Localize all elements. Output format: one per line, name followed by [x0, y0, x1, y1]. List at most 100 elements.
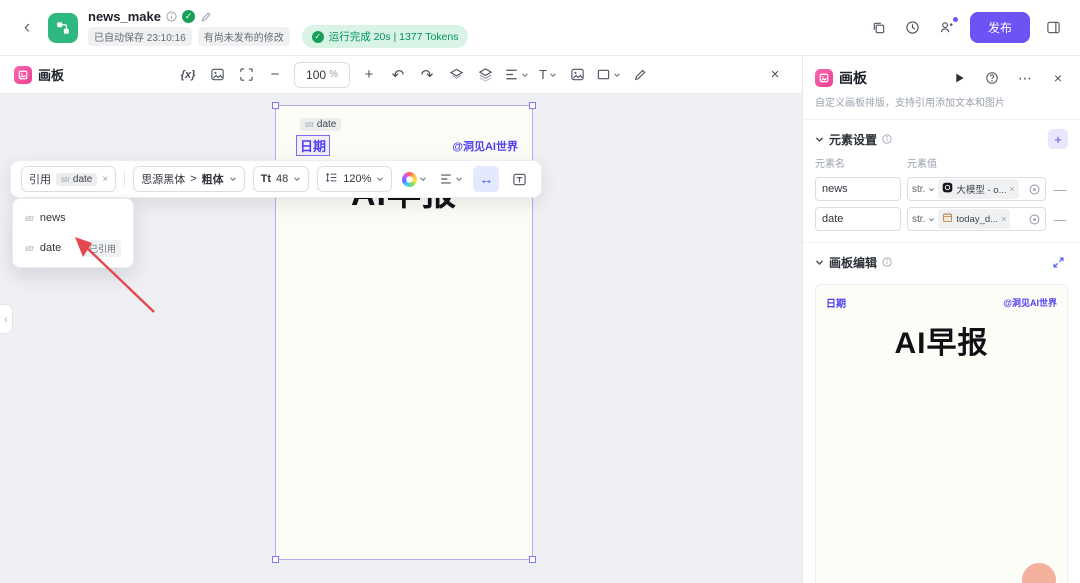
section-title: 画板编辑 — [829, 254, 877, 271]
clear-value-icon[interactable]: × — [1001, 214, 1006, 224]
bound-variable-tag: strdate — [300, 118, 341, 131]
zoom-level-input[interactable]: 100% — [294, 62, 350, 88]
undo-button[interactable]: ↶ — [386, 63, 410, 87]
variable-tool[interactable]: {x} — [176, 63, 200, 87]
workflow-app-icon — [48, 13, 78, 43]
saved-check-icon: ✓ — [182, 10, 195, 23]
element-name-input[interactable] — [815, 207, 901, 231]
redo-button[interactable]: ↷ — [415, 63, 439, 87]
reference-type-label: str — [61, 175, 70, 184]
back-button[interactable]: ‹ — [14, 15, 40, 41]
selection-handle[interactable] — [272, 556, 279, 563]
export-image-tool[interactable] — [205, 63, 229, 87]
panel-title: 画板 — [839, 68, 867, 88]
dropdown-item-news[interactable]: str news — [17, 203, 129, 233]
chevron-down-icon — [815, 135, 824, 144]
top-right-actions: 发布 — [866, 12, 1066, 43]
help-button[interactable] — [982, 68, 1002, 88]
arrange-layer-tool[interactable] — [444, 63, 468, 87]
panel-subtitle: 自定义画板排版，支持引用添加文本和图片 — [803, 94, 1080, 119]
shape-tool[interactable] — [594, 63, 623, 87]
value-text: today_d... — [956, 214, 998, 225]
canvas-area[interactable]: strdate 日期 @洞见AI世界 AI早报 引用 strdate × 思源黑… — [0, 94, 802, 583]
value-column-label: 元素值 — [907, 155, 937, 170]
image-tool[interactable] — [565, 63, 589, 87]
remove-element-button[interactable]: — — [1052, 212, 1068, 227]
expand-board-button[interactable] — [1048, 252, 1068, 272]
font-family-select[interactable]: 思源黑体 > 粗体 — [133, 166, 244, 192]
element-value-cell[interactable]: str. today_d... × — [907, 207, 1046, 231]
run-node-button[interactable] — [949, 68, 969, 88]
publish-button[interactable]: 发布 — [970, 12, 1030, 43]
element-value-cell[interactable]: str. 大模型 - o... × — [907, 177, 1046, 201]
board-edit-header[interactable]: 画板编辑 — [803, 243, 1080, 278]
reference-target-icon[interactable] — [1028, 213, 1041, 226]
line-height-select[interactable]: 120% — [317, 166, 392, 192]
value-text: 大模型 - o... — [956, 182, 1006, 196]
divider — [124, 171, 125, 187]
unpublished-badge: 有尚未发布的修改 — [198, 27, 290, 46]
board-icon — [815, 69, 833, 87]
font-weight-label: 粗体 — [202, 171, 224, 187]
remove-element-button[interactable]: — — [1052, 182, 1068, 197]
date-text-element[interactable]: 日期 — [296, 135, 330, 156]
value-type-label: str. — [912, 214, 925, 225]
font-separator: > — [190, 173, 196, 185]
board-preview[interactable]: 日期 @洞见AI世界 AI早报 — [815, 284, 1068, 583]
preview-date-text: 日期 — [826, 295, 846, 310]
history-button[interactable] — [900, 15, 926, 41]
reference-target-icon[interactable] — [1028, 183, 1041, 196]
canvas-tools: {x} − 100% + ↶ ↷ T — [176, 62, 652, 88]
close-canvas-button[interactable]: × — [762, 62, 788, 88]
selection-handle[interactable] — [272, 102, 279, 109]
text-color-picker[interactable] — [400, 167, 429, 191]
zoom-value: 100 — [306, 68, 326, 82]
chevron-left-icon: ‹ — [4, 314, 7, 325]
referenced-badge: 已引用 — [84, 240, 121, 257]
zoom-in-button[interactable]: + — [357, 63, 381, 87]
collaborate-button[interactable] — [934, 15, 960, 41]
text-tool[interactable]: T — [536, 63, 560, 87]
selection-handle[interactable] — [529, 556, 536, 563]
chevron-down-icon — [455, 175, 463, 183]
panel-toggle-button[interactable] — [1040, 15, 1066, 41]
draw-tool[interactable] — [628, 63, 652, 87]
reference-tag: strdate — [56, 173, 97, 186]
info-icon[interactable] — [166, 11, 177, 22]
reference-control[interactable]: 引用 strdate × — [21, 166, 116, 192]
run-status-pill[interactable]: ✓ 运行完成 20s | 1377 Tokens — [302, 25, 469, 48]
element-row-news: str. 大模型 - o... × — — [803, 174, 1080, 204]
selection-handle[interactable] — [529, 102, 536, 109]
collapse-sidebar-tab[interactable]: ‹ — [0, 304, 13, 334]
app-root: ‹ news_make ✓ 已自动保存 23:10:16 有尚未发布的修改 ✓ … — [0, 0, 1080, 583]
zoom-out-button[interactable]: − — [263, 63, 287, 87]
board-icon — [14, 66, 32, 84]
reference-dropdown: str news str date 已引用 — [12, 198, 134, 268]
handle-text-element[interactable]: @洞见AI世界 — [452, 138, 518, 154]
chevron-down-icon — [376, 175, 384, 183]
back-chevron-icon: ‹ — [24, 17, 30, 39]
edit-title-icon[interactable] — [200, 11, 212, 23]
close-panel-button[interactable]: × — [1048, 68, 1068, 88]
text-tool-glyph: T — [539, 67, 547, 82]
clear-reference-icon[interactable]: × — [102, 174, 108, 185]
duplicate-button[interactable] — [866, 15, 892, 41]
dropdown-item-date[interactable]: str date 已引用 — [17, 233, 129, 263]
line-height-value: 120% — [343, 173, 371, 185]
element-settings-header[interactable]: 元素设置 + — [803, 120, 1080, 155]
auto-width-toggle[interactable]: ↔ — [473, 166, 499, 192]
text-frame-tool[interactable] — [507, 167, 531, 191]
more-options-button[interactable]: ⋯ — [1015, 68, 1035, 88]
layers-tool[interactable] — [473, 63, 497, 87]
name-column-label: 元素名 — [815, 155, 907, 170]
chevron-down-icon — [928, 216, 935, 223]
frame-select-tool[interactable] — [234, 63, 258, 87]
font-size-select[interactable]: Tt 48 — [253, 166, 310, 192]
align-tool[interactable] — [502, 63, 531, 87]
value-type-label: str. — [912, 184, 925, 195]
clear-value-icon[interactable]: × — [1010, 184, 1015, 194]
add-element-button[interactable]: + — [1048, 129, 1068, 149]
text-align-select[interactable] — [437, 167, 465, 191]
element-name-input[interactable] — [815, 177, 901, 201]
value-reference-tag: today_d... × — [938, 209, 1010, 229]
